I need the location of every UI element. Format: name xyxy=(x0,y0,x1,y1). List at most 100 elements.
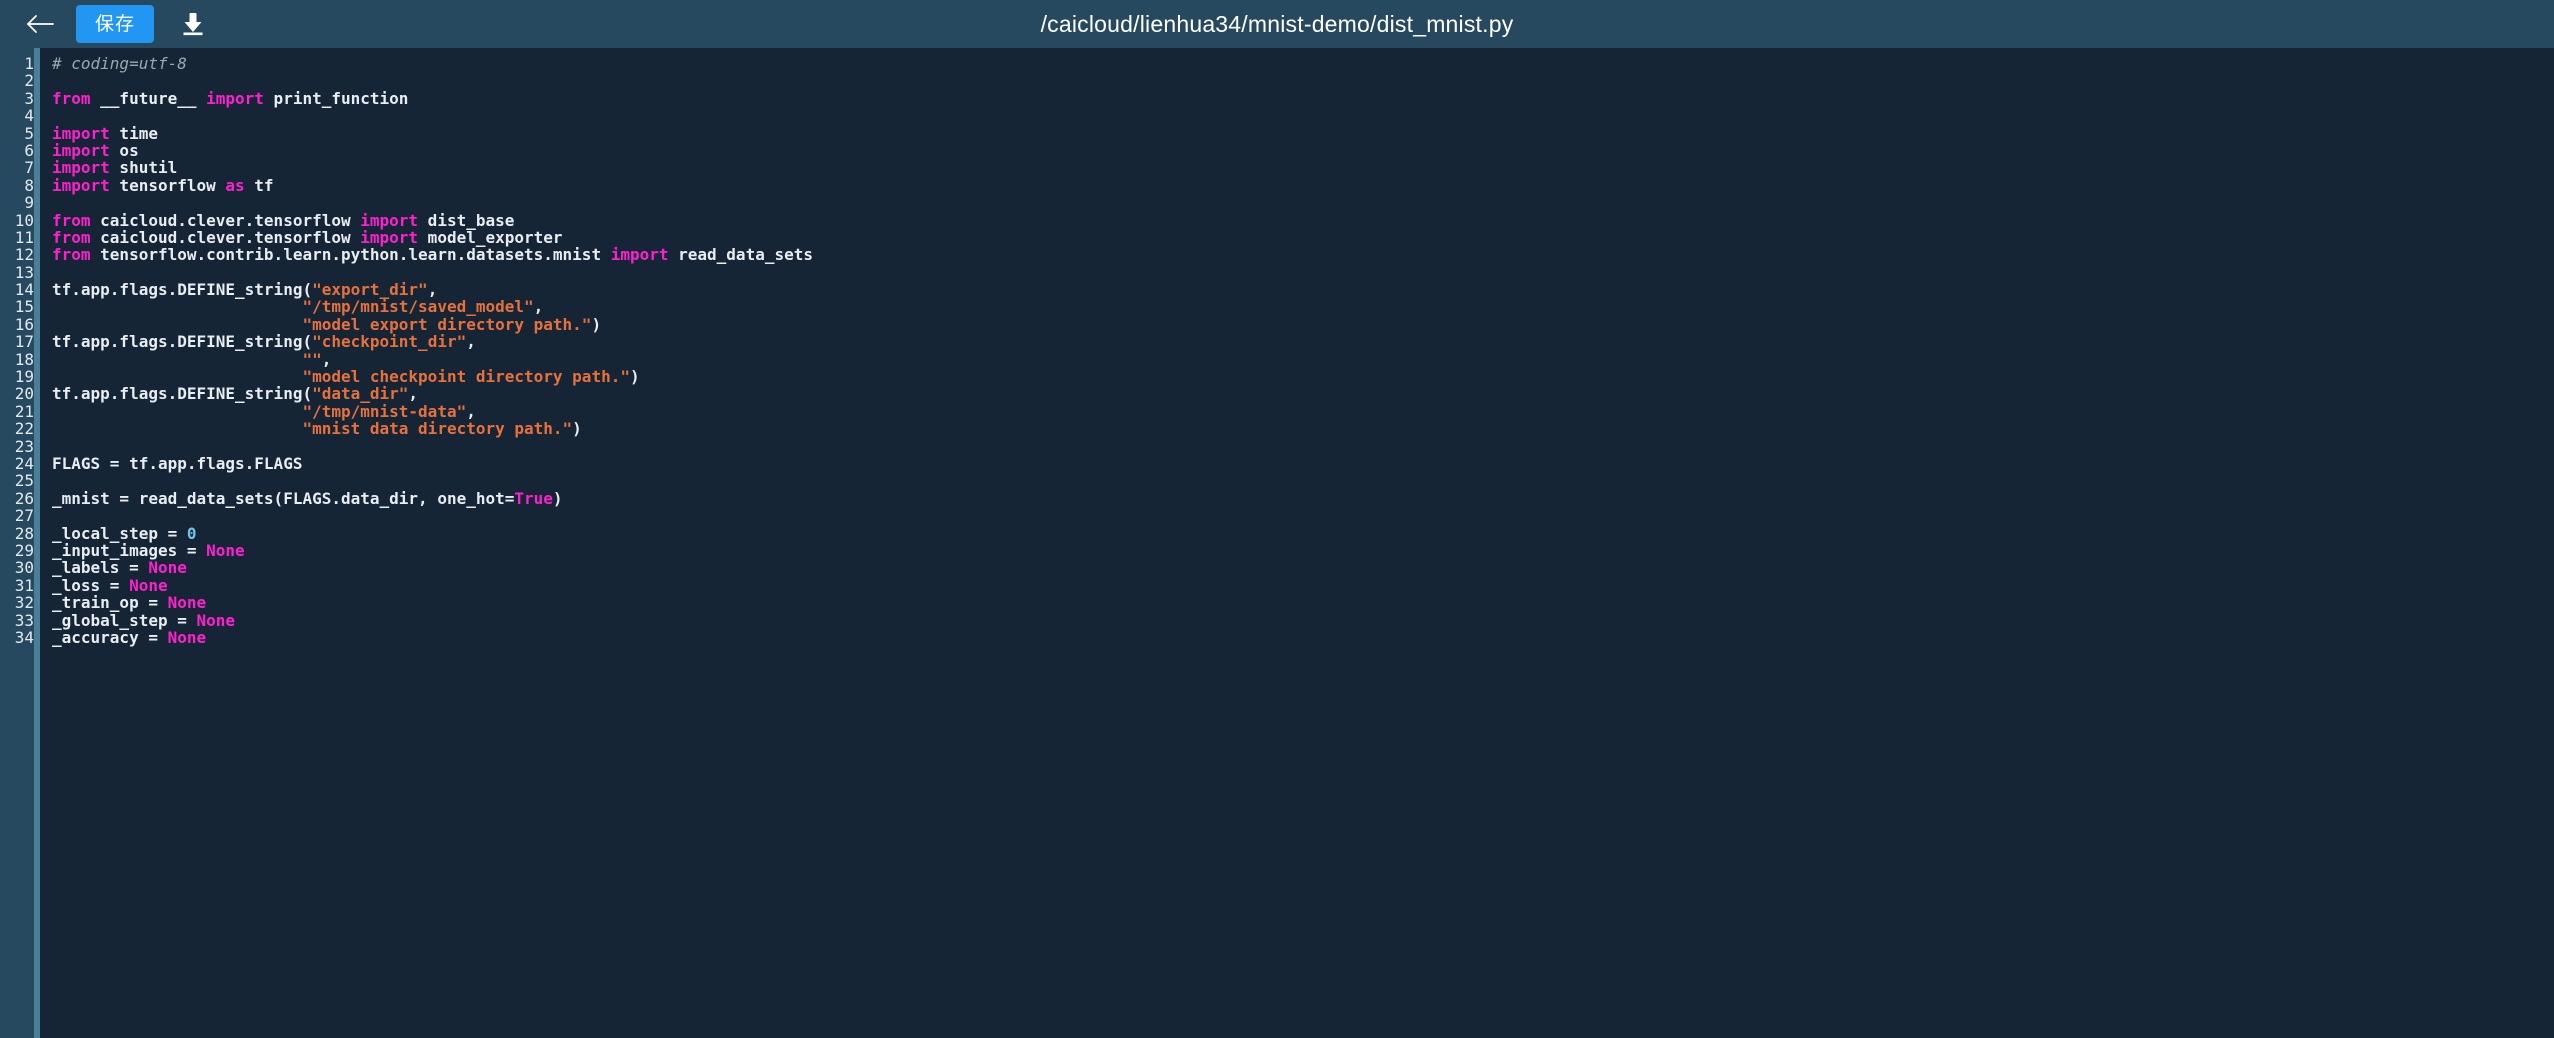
line-number: 18 xyxy=(14,349,34,369)
line-number: 34 xyxy=(14,627,34,647)
line-number: 23 xyxy=(14,436,34,456)
code-line[interactable]: from caicloud.clever.tensorflow import m… xyxy=(52,229,2554,246)
line-number: 17 xyxy=(14,332,34,352)
code-token-plain: _train_op = xyxy=(52,593,168,613)
line-number: 29 xyxy=(14,540,34,560)
code-line[interactable] xyxy=(52,438,2554,455)
editor[interactable]: 1 2 3 4 5 6 7 8 9 10 11 12 13 14 15 16 17 18 19 20 21 22 23 24 2… xyxy=(0,48,2554,1038)
line-number: 16 xyxy=(14,314,34,334)
code-token-kw: import xyxy=(610,245,669,265)
code-line[interactable]: "mnist data directory path.") xyxy=(52,420,2554,437)
code-line[interactable]: _mnist = read_data_sets(FLAGS.data_dir, … xyxy=(52,490,2554,507)
save-button[interactable]: 保存 xyxy=(76,5,154,43)
code-token-plain: dist_base xyxy=(418,210,515,230)
line-number: 26 xyxy=(14,488,34,508)
line-number: 21 xyxy=(14,401,34,421)
code-token-plain: , xyxy=(321,349,332,369)
code-line[interactable] xyxy=(52,264,2554,281)
code-token-plain: print_function xyxy=(263,88,409,108)
code-token-plain: model_exporter xyxy=(418,227,563,247)
code-token-kw: import xyxy=(52,175,110,195)
code-token-plain: tf.app.flags.DEFINE_string( xyxy=(52,280,313,300)
code-line[interactable]: tf.app.flags.DEFINE_string("checkpoint_d… xyxy=(52,333,2554,350)
code-line[interactable] xyxy=(52,507,2554,524)
code-token-plain: time xyxy=(109,123,158,143)
code-token-plain: , xyxy=(427,280,438,300)
code-token-kw: import xyxy=(206,88,264,108)
line-number: 7 xyxy=(24,158,34,178)
code-line[interactable]: FLAGS = tf.app.flags.FLAGS xyxy=(52,455,2554,472)
line-number: 33 xyxy=(14,610,34,630)
code-token-str: "/tmp/mnist/saved_model" xyxy=(302,297,534,317)
line-number: 32 xyxy=(14,593,34,613)
code-token-plain: tf.app.flags.DEFINE_string( xyxy=(52,384,313,404)
line-number: 2 xyxy=(24,71,34,91)
code-token-plain: _input_images = xyxy=(52,540,207,560)
code-token-kw: from xyxy=(52,227,91,247)
code-line[interactable]: _input_images = None xyxy=(52,542,2554,559)
code-token-plain: ) xyxy=(552,488,563,508)
code-token-plain: shutil xyxy=(109,158,178,178)
code-token-kw: import xyxy=(360,227,419,247)
code-token-str: "model export directory path." xyxy=(302,314,592,334)
code-line[interactable]: "model checkpoint directory path.") xyxy=(52,368,2554,385)
line-number: 20 xyxy=(14,384,34,404)
code-line[interactable] xyxy=(52,194,2554,211)
line-number: 28 xyxy=(14,523,34,543)
code-line[interactable]: _accuracy = None xyxy=(52,629,2554,646)
line-number: 24 xyxy=(14,453,34,473)
code-line[interactable]: "/tmp/mnist-data", xyxy=(52,403,2554,420)
code-line[interactable]: import os xyxy=(52,142,2554,159)
code-token-str: "" xyxy=(302,349,322,369)
code-token-plain: tensorflow.contrib.learn.python.learn.da… xyxy=(90,245,611,265)
toolbar: 保存 /caicloud/lienhua34/mnist-demo/dist_m… xyxy=(0,0,2554,48)
code-token-plain: , xyxy=(466,332,476,352)
code-line[interactable]: _labels = None xyxy=(52,559,2554,576)
code-token-plain: os xyxy=(109,140,139,160)
code-line[interactable]: tf.app.flags.DEFINE_string("export_dir", xyxy=(52,281,2554,298)
code-line[interactable] xyxy=(52,72,2554,89)
code-line[interactable]: _local_step = 0 xyxy=(52,524,2554,542)
code-line[interactable]: import time xyxy=(52,123,2554,143)
code-token-plain: read_data_sets xyxy=(668,245,813,265)
code-token-plain: caicloud.clever.tensorflow xyxy=(90,227,361,247)
line-number: 10 xyxy=(14,210,34,230)
line-number: 25 xyxy=(14,471,34,491)
code-line[interactable]: "", xyxy=(52,349,2554,369)
code-line[interactable] xyxy=(52,472,2554,489)
code-line[interactable]: import tensorflow as tf xyxy=(52,177,2554,194)
line-number: 5 xyxy=(24,123,34,143)
code-line[interactable]: from __future__ import print_function xyxy=(52,90,2554,107)
download-icon xyxy=(180,11,206,37)
code-line[interactable]: from tensorflow.contrib.learn.python.lea… xyxy=(52,246,2554,263)
code-token-str: "checkpoint_dir" xyxy=(312,332,467,352)
line-number: 4 xyxy=(24,106,34,126)
code-line[interactable]: _train_op = None xyxy=(52,594,2554,611)
code-token-kw: from xyxy=(52,245,91,265)
code-line[interactable]: "/tmp/mnist/saved_model", xyxy=(52,298,2554,315)
code-line[interactable]: import shutil xyxy=(52,159,2554,176)
code-token-kw: None xyxy=(167,627,207,647)
code-token-plain: , xyxy=(408,384,419,404)
code-token-str: "mnist data directory path." xyxy=(302,419,573,439)
arrow-left-icon xyxy=(25,13,55,35)
code-line[interactable]: tf.app.flags.DEFINE_string("data_dir", xyxy=(52,385,2554,402)
code-line[interactable] xyxy=(52,107,2554,124)
back-button[interactable] xyxy=(20,7,60,41)
code-line[interactable]: _loss = None xyxy=(52,577,2554,594)
code-token-kw: None xyxy=(148,558,187,578)
code-token-plain: tensorflow xyxy=(109,175,226,195)
download-button[interactable] xyxy=(176,7,210,41)
code-token-kw: True xyxy=(514,488,553,508)
line-number: 6 xyxy=(24,140,34,160)
code-line[interactable]: # coding=utf-8 xyxy=(52,55,2554,72)
code-content[interactable]: # coding=utf-8 from __future__ import pr… xyxy=(40,48,2554,1038)
code-token-plain: caicloud.clever.tensorflow xyxy=(90,210,361,230)
code-line[interactable]: _global_step = None xyxy=(52,611,2554,629)
code-line[interactable]: "model export directory path.") xyxy=(52,316,2554,333)
code-line[interactable]: from caicloud.clever.tensorflow import d… xyxy=(52,210,2554,230)
code-token-kw: as xyxy=(225,175,245,195)
